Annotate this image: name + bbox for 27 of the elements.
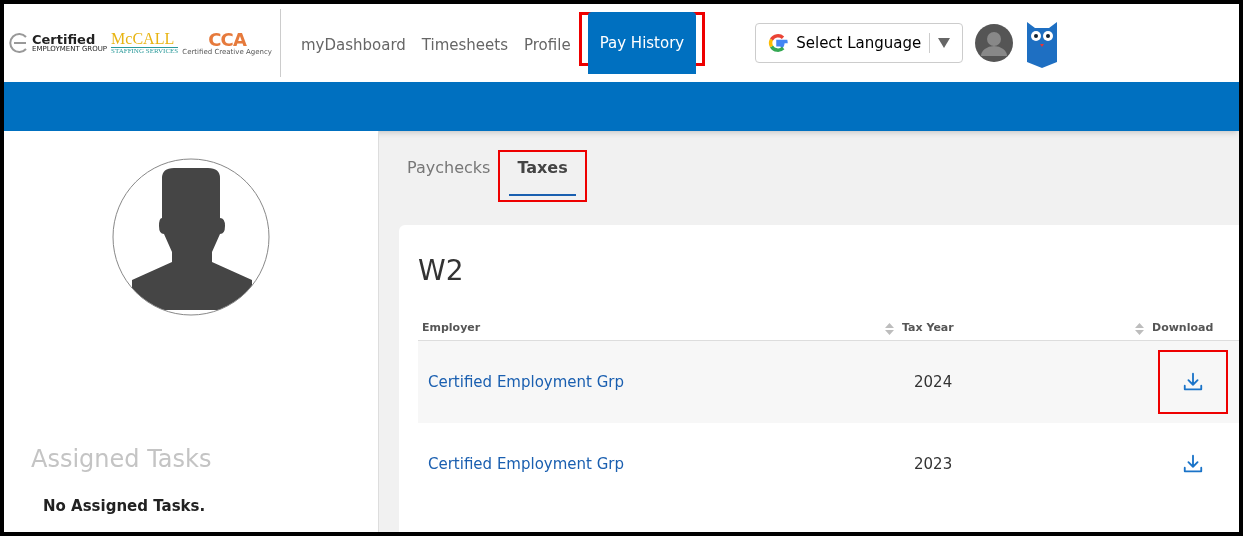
nav-tab[interactable]: Profile [516, 33, 579, 82]
logo-icon [8, 32, 30, 54]
download-icon [1182, 371, 1204, 393]
avatar-icon[interactable] [975, 24, 1014, 62]
logo-name: Certified [32, 33, 96, 46]
column-header: Tax Year [902, 320, 954, 337]
column-header: Employer [422, 320, 481, 337]
google-icon [768, 33, 789, 53]
sub-tab[interactable]: Taxes [509, 156, 576, 196]
nav-tab[interactable]: Timesheets [413, 33, 516, 82]
sub-tab[interactable]: Paychecks [407, 156, 491, 196]
logo-name: CCA [208, 30, 246, 49]
section-title: Assigned Tasks [31, 444, 213, 475]
column-header: Download [1152, 320, 1214, 337]
nav-tab[interactable]: myDashboard [292, 33, 414, 82]
download-button[interactable] [1158, 350, 1228, 414]
card-title: W2 [418, 253, 465, 289]
download-icon [1182, 453, 1204, 475]
nav-tab[interactable]: Pay History [587, 12, 697, 74]
dropdown-caret-icon [938, 38, 951, 48]
logo-name: McCALL [111, 31, 176, 47]
empty-message: No Assigned Tasks. [43, 496, 207, 517]
table-cell: 2023 [914, 455, 953, 473]
language-select[interactable]: Select Language [755, 23, 964, 63]
table-cell: 2024 [914, 373, 953, 391]
employer-link[interactable]: Certified Employment Grp [428, 373, 625, 391]
employer-link[interactable]: Certified Employment Grp [428, 455, 625, 473]
